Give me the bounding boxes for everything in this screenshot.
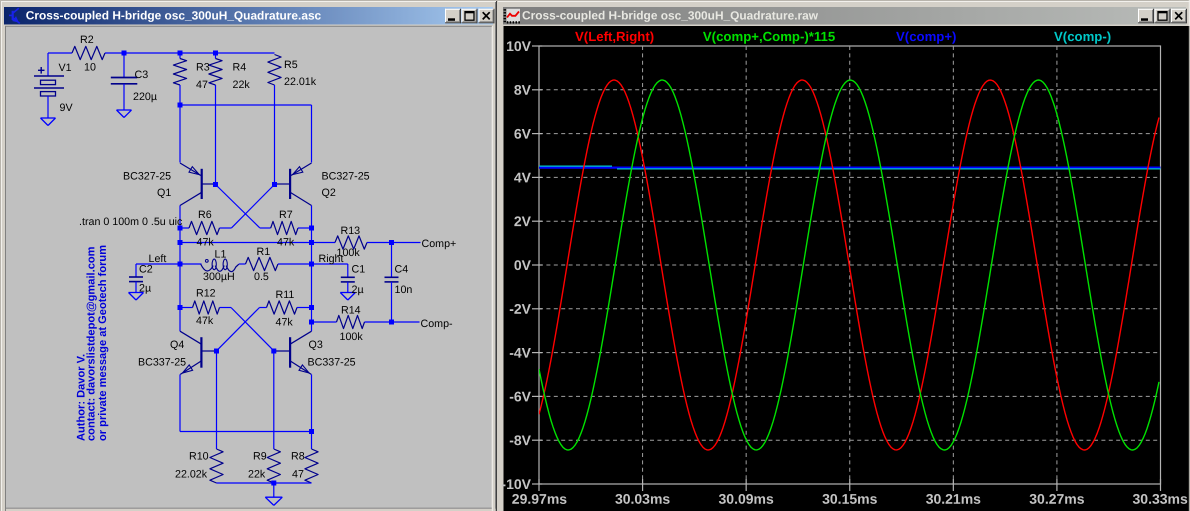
svg-text:0.5: 0.5 [254,271,269,283]
svg-text:Cross-coupled H-bridge osc_300: Cross-coupled H-bridge osc_300uH_Quadrat… [522,8,819,22]
svg-text:R2: R2 [80,34,94,46]
svg-text:47k: 47k [277,237,295,249]
svg-text:30.33ms: 30.33ms [1133,491,1188,507]
svg-text:R1: R1 [256,246,270,258]
svg-text:22k: 22k [232,79,250,91]
svg-text:V(Left,Right): V(Left,Right) [575,29,654,44]
svg-text:V(comp-): V(comp-) [1054,29,1111,44]
svg-text:Q3: Q3 [308,339,322,351]
svg-text:47k: 47k [196,237,214,249]
svg-text:22k: 22k [248,469,266,481]
svg-text:-4V: -4V [509,345,531,361]
svg-text:Q1: Q1 [157,187,171,199]
svg-text:L1: L1 [214,249,226,261]
svg-text:C3: C3 [134,69,148,81]
svg-text:BC327-25: BC327-25 [123,171,171,183]
svg-text:R5: R5 [284,59,298,71]
svg-text:10V: 10V [506,38,532,54]
svg-text:6V: 6V [514,126,532,142]
svg-text:BC327-25: BC327-25 [321,171,369,183]
svg-text:220µ: 220µ [133,91,157,103]
svg-text:30.09ms: 30.09ms [719,491,774,507]
svg-text:29.97ms: 29.97ms [512,491,567,507]
svg-text:V(comp+,Comp-)*115: V(comp+,Comp-)*115 [703,29,835,44]
svg-text:47: 47 [196,79,208,91]
svg-text:R3: R3 [196,62,210,74]
svg-text:30.21ms: 30.21ms [926,491,981,507]
svg-text:R4: R4 [232,62,246,74]
svg-text:R8: R8 [291,451,305,463]
svg-text:V(comp+): V(comp+) [896,29,956,44]
svg-text:2µ: 2µ [351,284,363,296]
svg-text:V1: V1 [58,62,71,74]
svg-text:C2: C2 [139,264,153,276]
svg-text:Cross-coupled H-bridge osc_300: Cross-coupled H-bridge osc_300uH_Quadrat… [26,8,322,22]
svg-text:47k: 47k [196,315,214,327]
svg-text:22.01k: 22.01k [284,76,317,88]
svg-text:-6V: -6V [509,388,531,404]
svg-text:R10: R10 [189,451,209,463]
svg-text:8V: 8V [514,82,532,98]
svg-text:C4: C4 [394,264,408,276]
svg-text:-10V: -10V [501,476,531,492]
svg-text:Q4: Q4 [170,339,184,351]
svg-text:contact: davorslistdepot@gmail: contact: davorslistdepot@gmail.com [85,246,97,441]
svg-text:BC337-25: BC337-25 [138,357,186,369]
svg-text:Comp+: Comp+ [421,238,456,250]
svg-text:47k: 47k [275,317,293,329]
svg-text:-8V: -8V [509,432,531,448]
svg-text:10n: 10n [394,284,412,296]
svg-text:100k: 100k [339,331,363,343]
svg-text:30.27ms: 30.27ms [1029,491,1084,507]
svg-text:300µH: 300µH [203,271,235,283]
svg-text:R12: R12 [196,288,216,300]
svg-text:2µ: 2µ [139,283,151,295]
svg-text:Right: Right [318,253,343,265]
svg-text:R9: R9 [253,451,267,463]
svg-text:BC337-25: BC337-25 [307,357,355,369]
svg-text:2V: 2V [514,213,532,229]
svg-text:47: 47 [292,469,304,481]
svg-text:Comp-: Comp- [420,318,453,330]
svg-text:9V: 9V [59,102,73,114]
svg-text:R7: R7 [279,209,293,221]
svg-text:R6: R6 [198,209,212,221]
svg-text:-2V: -2V [509,301,531,317]
svg-text:or private message at Geotech: or private message at Geotech forum [97,245,109,441]
svg-text:0V: 0V [514,257,532,273]
svg-text:.tran 0 100m 0 .5u uic: .tran 0 100m 0 .5u uic [79,216,183,228]
svg-text:R14: R14 [341,305,361,317]
svg-text:Q2: Q2 [321,187,335,199]
svg-text:4V: 4V [514,169,532,185]
svg-text:C1: C1 [351,264,365,276]
svg-text:22.02k: 22.02k [175,469,208,481]
svg-text:30.15ms: 30.15ms [822,491,877,507]
svg-text:R11: R11 [275,289,294,301]
svg-text:10: 10 [84,62,96,74]
svg-text:30.03ms: 30.03ms [615,491,670,507]
svg-text:R13: R13 [340,225,360,237]
